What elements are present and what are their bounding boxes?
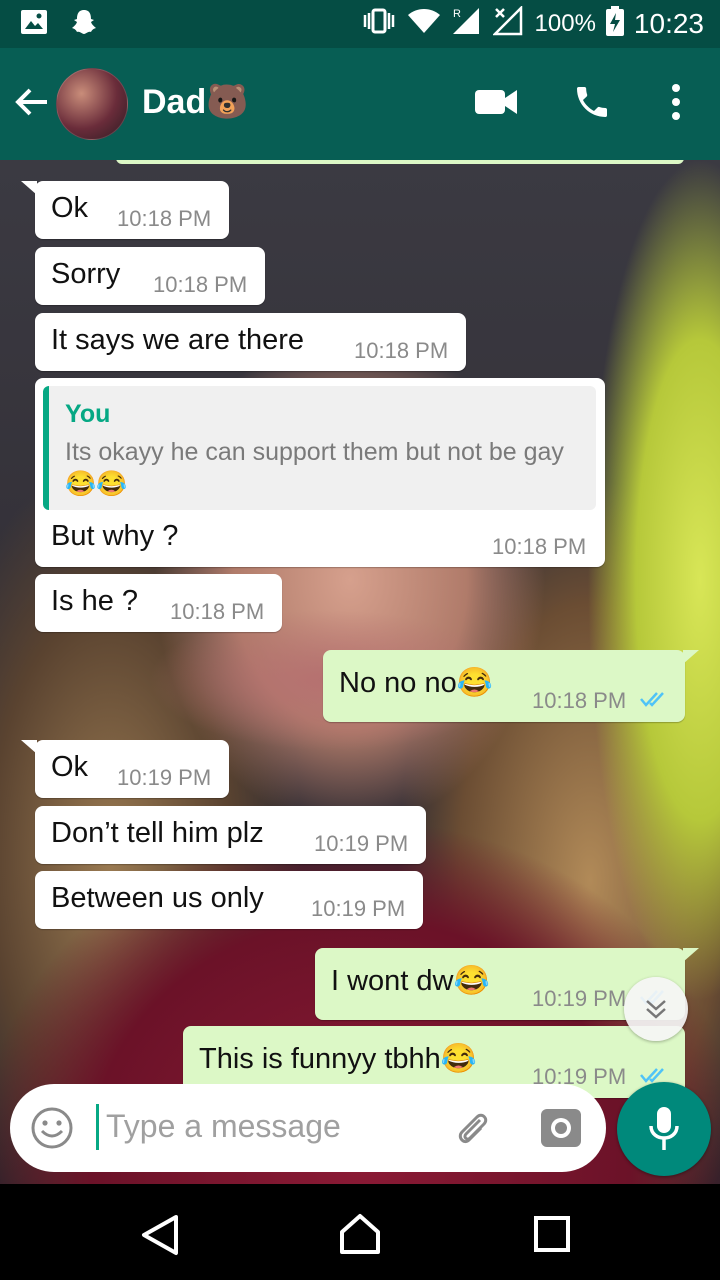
message-composer[interactable]: Type a message <box>10 1084 606 1172</box>
message-text: Is he ? <box>51 585 139 617</box>
message-incoming[interactable]: Is he ? 10:18 PM <box>35 574 282 632</box>
message-text: This is funnyy tbhh😂 <box>199 1043 477 1075</box>
message-time: 10:18 PM <box>153 272 248 297</box>
message-incoming-reply[interactable]: You Its okayy he can support them but no… <box>35 378 605 567</box>
camera-icon[interactable] <box>540 1108 582 1153</box>
voice-message-button[interactable] <box>617 1082 711 1176</box>
more-options-icon[interactable] <box>666 82 686 127</box>
partial-message <box>116 160 684 164</box>
message-time: 10:19 PM <box>311 896 406 921</box>
nav-recents-icon[interactable] <box>534 1216 570 1257</box>
message-text: Sorry <box>51 258 121 290</box>
vibrate-icon <box>361 8 397 39</box>
battery-percent: 100% <box>534 9 596 37</box>
scroll-to-bottom-button[interactable] <box>624 977 688 1041</box>
svg-text:R: R <box>453 8 461 20</box>
microphone-icon <box>648 1106 680 1157</box>
battery-charging-icon <box>605 6 624 41</box>
nav-home-icon[interactable] <box>338 1212 382 1261</box>
message-incoming[interactable]: Ok 10:19 PM <box>21 740 229 798</box>
message-text: I wont dw😂 <box>331 965 490 997</box>
message-incoming[interactable]: Between us only 10:19 PM <box>35 871 423 929</box>
snapchat-notification-icon <box>70 8 98 41</box>
message-text: Ok <box>51 751 89 783</box>
message-text: Don’t tell him plz <box>51 817 264 849</box>
phone-call-icon[interactable] <box>572 82 612 127</box>
message-time: 10:18 PM <box>170 599 265 624</box>
message-text: No no no😂 <box>339 667 493 699</box>
message-time: 10:18 PM <box>492 534 587 559</box>
back-arrow-icon[interactable] <box>14 84 50 125</box>
read-ticks-icon <box>640 690 670 713</box>
message-time: 10:19 PM <box>117 765 212 790</box>
attach-paperclip-icon[interactable] <box>450 1106 494 1155</box>
message-time: 10:18 PM <box>117 206 212 231</box>
message-incoming[interactable]: It says we are there 10:18 PM <box>35 313 466 371</box>
text-cursor <box>96 1104 99 1150</box>
message-time: 10:18 PM <box>532 688 627 713</box>
message-outgoing[interactable]: No no no😂 10:18 PM <box>323 650 699 722</box>
emoji-icon[interactable] <box>30 1106 74 1155</box>
message-text: But why ? <box>51 520 179 552</box>
signal-no-data-icon <box>491 4 525 41</box>
message-time: 10:19 PM <box>532 986 627 1011</box>
message-text: It says we are there <box>51 324 305 356</box>
chat-area[interactable]: Ok 10:18 PM Sorry 10:18 PM It says we ar… <box>0 160 720 1185</box>
video-call-icon[interactable] <box>474 82 518 127</box>
wifi-icon <box>407 7 441 40</box>
message-incoming[interactable]: Don’t tell him plz 10:19 PM <box>35 806 426 864</box>
contact-name[interactable]: Dad🐻 <box>142 82 249 122</box>
quoted-message[interactable]: You Its okayy he can support them but no… <box>43 386 596 510</box>
clock: 10:23 <box>633 7 704 39</box>
message-text: Ok <box>51 192 89 224</box>
double-chevron-down-icon <box>642 995 670 1028</box>
message-time: 10:18 PM <box>354 338 449 363</box>
message-incoming[interactable]: Sorry 10:18 PM <box>35 247 265 305</box>
gallery-notification-icon <box>20 9 48 40</box>
avatar[interactable] <box>56 68 128 140</box>
quoted-author: You <box>65 400 111 428</box>
quoted-text: Its okayy he can support them but not be… <box>65 438 564 498</box>
message-incoming[interactable]: Ok 10:18 PM <box>21 181 229 239</box>
system-navigation-bar <box>0 1184 720 1280</box>
status-bar: R 100% 10:23 <box>0 0 720 48</box>
message-input[interactable]: Type a message <box>106 1108 341 1145</box>
chat-header: Dad🐻 <box>0 48 720 160</box>
message-time: 10:19 PM <box>314 831 409 856</box>
message-text: Between us only <box>51 882 264 914</box>
signal-roaming-icon: R <box>451 6 483 41</box>
nav-back-icon[interactable] <box>140 1214 180 1261</box>
